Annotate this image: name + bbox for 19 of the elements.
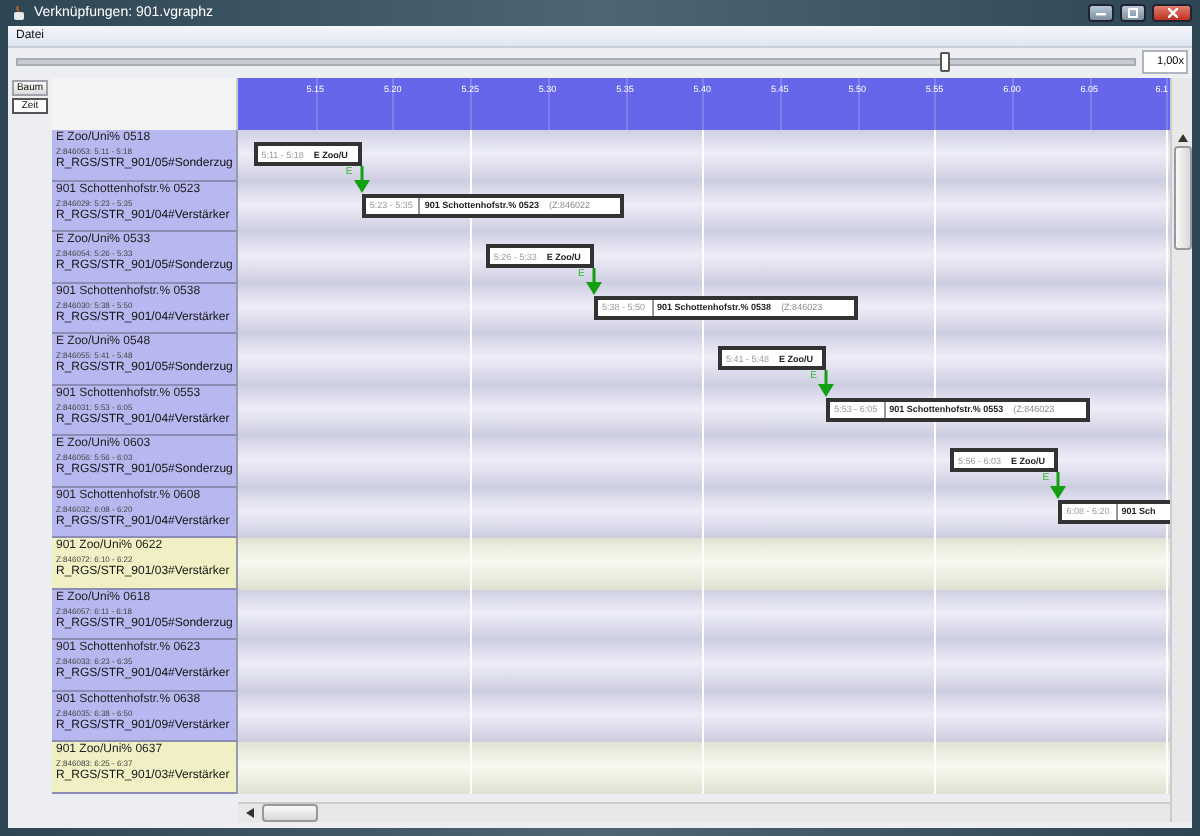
link-arrow xyxy=(353,166,370,194)
scroll-up-icon[interactable] xyxy=(1177,134,1187,142)
maximize-icon xyxy=(1128,8,1138,18)
close-button[interactable] xyxy=(1152,4,1192,22)
link-arrow xyxy=(1050,472,1067,500)
cup-icon xyxy=(12,5,28,21)
maximize-button[interactable] xyxy=(1120,4,1146,22)
vertical-scrollbar[interactable] xyxy=(1170,78,1192,822)
minimize-button[interactable] xyxy=(1088,4,1114,22)
link-arrow xyxy=(818,370,835,398)
horizontal-scrollbar[interactable] xyxy=(238,802,1170,822)
slider-thumb[interactable] xyxy=(940,52,951,72)
scroll-thumb[interactable] xyxy=(1173,146,1191,250)
scroll-thumb[interactable] xyxy=(262,804,318,822)
zoom-slider[interactable] xyxy=(16,58,1136,66)
close-icon xyxy=(1167,8,1177,18)
scroll-left-icon[interactable] xyxy=(246,808,254,818)
minimize-icon xyxy=(1096,10,1106,16)
link-arrow xyxy=(586,268,603,296)
